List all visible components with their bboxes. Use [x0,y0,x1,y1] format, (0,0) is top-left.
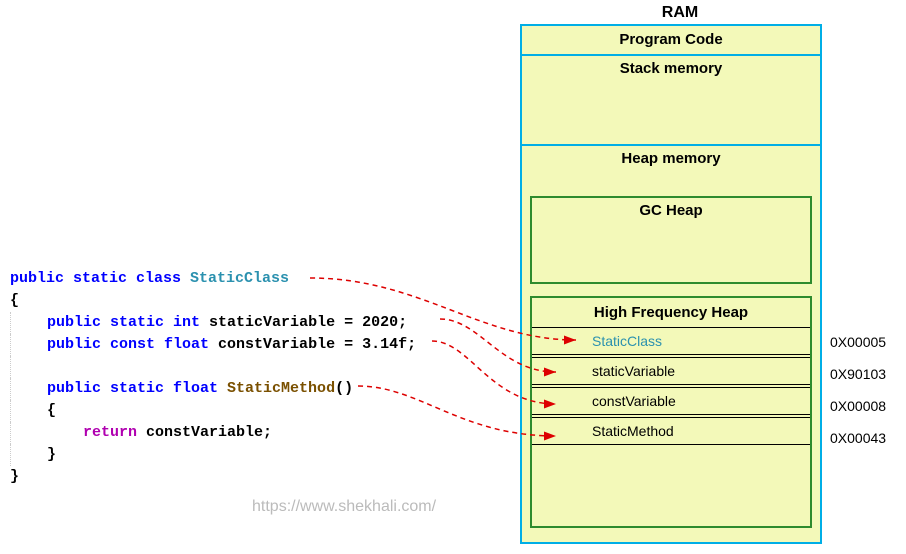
heap-label: Heap memory [522,146,820,167]
hf-heap-label: High Frequency Heap [532,298,810,327]
watermark: https://www.shekhali.com/ [252,498,436,516]
addr-3: 0X00043 [830,430,886,446]
hf-heap-box: High Frequency Heap StaticClass staticVa… [530,296,812,528]
addr-1: 0X90103 [830,366,886,382]
method-brace-open: { [10,400,510,422]
stack-segment: Stack memory [522,56,820,146]
ram-title: RAM [620,4,740,22]
brace-open: { [10,290,510,312]
return-expr: constVariable; [137,424,272,441]
hf-row-staticmethod: StaticMethod [532,417,810,445]
kw-static: static [64,270,127,287]
kw-return: return [83,424,137,441]
method-name: StaticMethod [227,380,335,397]
diagram-canvas: public static class StaticClass { public… [0,0,906,554]
hf-row-staticclass: StaticClass [532,327,810,355]
code-block: public static class StaticClass { public… [10,268,510,488]
blank-line [10,356,510,378]
hf-row-staticvariable: staticVariable [532,357,810,385]
kw-static: static [101,314,164,331]
program-code-segment: Program Code [522,26,820,56]
heap-segment: Heap memory GC Heap High Frequency Heap … [522,146,820,542]
paren: () [335,380,353,397]
kw-public: public [11,380,101,397]
brace-close: } [10,466,510,488]
gc-heap-box: GC Heap [530,196,812,284]
method-brace-close: } [10,444,510,466]
kw-float: float [164,380,227,397]
kw-class: class [127,270,190,287]
kw-int: int [164,314,200,331]
hf-row-constvariable: constVariable [532,387,810,415]
kw-static: static [101,380,164,397]
addr-2: 0X00008 [830,398,886,414]
addr-0: 0X00005 [830,334,886,350]
kw-float: float [155,336,209,353]
kw-public: public [11,336,101,353]
class-name: StaticClass [190,270,289,287]
kw-public: public [10,270,64,287]
ram-box: Program Code Stack memory Heap memory GC… [520,24,822,544]
kw-public: public [11,314,101,331]
static-variable-decl: staticVariable = 2020; [200,314,407,331]
indent [11,424,83,441]
const-variable-decl: constVariable = 3.14f; [209,336,416,353]
kw-const: const [101,336,155,353]
